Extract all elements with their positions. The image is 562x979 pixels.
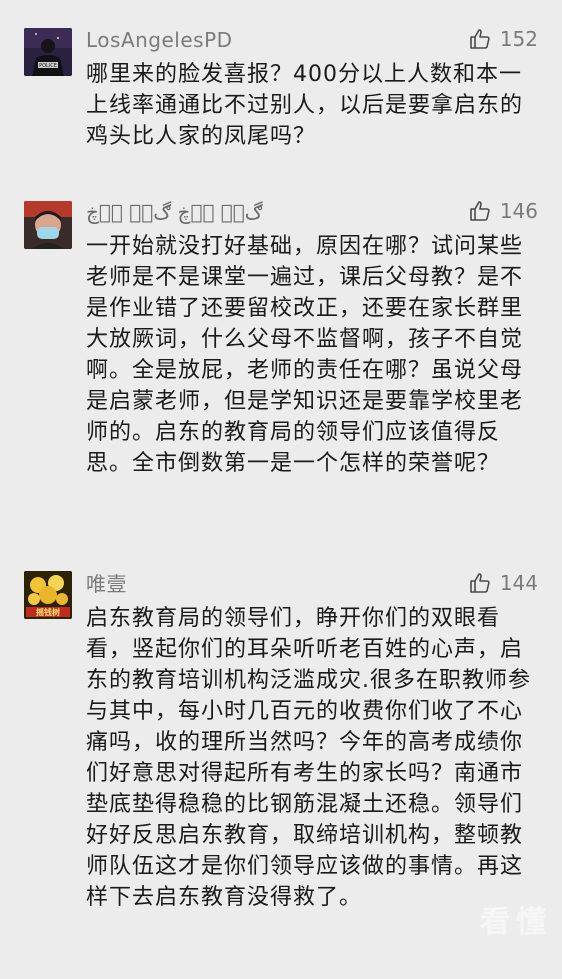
like-count: 144: [499, 571, 538, 595]
police-officer-avatar-icon: POLICE: [24, 28, 72, 76]
avatar[interactable]: POLICE: [24, 28, 72, 76]
watermark: 看懂: [480, 905, 552, 940]
comment-item: ڰۣۖ ۣۖڿ ڰۣۖ ۣۖڿ 146 一开始就没打好基础，原因在哪？试问某些老…: [0, 172, 562, 562]
comment-text: 一开始就没打好基础，原因在哪？试问某些老师是不是课堂一遍过，课后父母教？是不是作…: [86, 234, 524, 476]
thumbs-up-icon: [470, 573, 490, 593]
avatar[interactable]: 摇钱树: [24, 571, 72, 619]
like-count: 152: [499, 27, 538, 51]
gold-coins-avatar-icon: 摇钱树: [24, 571, 72, 619]
like-count: 146: [499, 199, 538, 223]
username[interactable]: 唯壹: [86, 572, 127, 596]
comment-item: POLICE LosAngelesPD 152 哪里来的脸发喜报？400分以上人…: [0, 0, 562, 170]
masked-person-avatar-icon: [24, 201, 72, 249]
username[interactable]: ڰۣۖ ۣۖڿ ڰۣۖ ۣۖڿ: [86, 200, 263, 224]
comment-text: 启东教育局的领导们，睁开你们的双眼看看，竖起你们的耳朵听听老百姓的心声，启东的教…: [86, 606, 531, 910]
like-button[interactable]: 144: [468, 569, 538, 597]
comment-item: 摇钱树 唯壹 144 启东教育局的领导们，睁开你们的双眼看看，竖起你们的耳朵听听…: [0, 544, 562, 979]
thumbs-up-icon: [470, 29, 490, 49]
avatar[interactable]: [24, 201, 72, 249]
username[interactable]: LosAngelesPD: [86, 28, 233, 52]
avatar-badge: POLICE: [39, 63, 57, 69]
thumbs-up-icon: [470, 201, 490, 221]
avatar-badge: 摇钱树: [36, 607, 60, 617]
like-button[interactable]: 146: [468, 197, 538, 225]
like-button[interactable]: 152: [468, 25, 538, 53]
comment-text: 哪里来的脸发喜报？400分以上人数和本一上线率通通比不过别人，以后是要拿启东的鸡…: [86, 62, 524, 149]
